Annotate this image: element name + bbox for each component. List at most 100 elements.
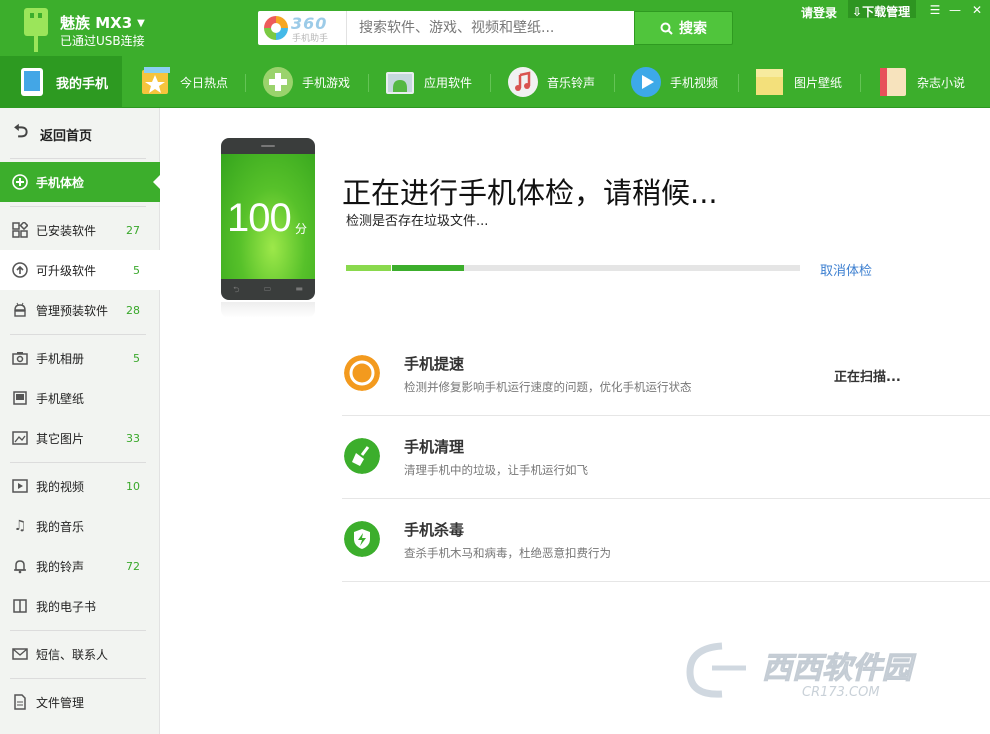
sidebar-item-label: 可升级软件 [36, 263, 97, 278]
nav-label: 我的手机 [56, 76, 109, 92]
item-count: 27 [126, 223, 140, 237]
sidebar-item-wallpaper[interactable]: 手机壁纸 [0, 378, 160, 418]
sidebar-item-label: 我的铃声 [36, 559, 85, 574]
nav-label: 手机视频 [670, 75, 719, 90]
play-icon [631, 67, 661, 97]
download-icon: ⇩ [852, 5, 863, 19]
nav-label: 杂志小说 [917, 75, 966, 90]
sidebar-divider [10, 334, 146, 335]
sidebar-divider [10, 206, 146, 207]
sidebar-divider [10, 158, 146, 159]
nav-divider [614, 74, 615, 92]
upgrade-icon [11, 261, 29, 279]
back-to-home[interactable]: ⮌ 返回首页 [0, 114, 160, 154]
sidebar-item-label: 其它图片 [36, 431, 85, 446]
svg-text:CR173.COM: CR173.COM [802, 685, 880, 700]
sidebar-item-album[interactable]: 手机相册 5 [0, 338, 160, 378]
android-icon [386, 72, 414, 94]
title-bar: 魅族 MX3 ▼ 已通过USB连接 360 手机助手 搜索 请登录 ⇩下载管理 ☰… [0, 0, 990, 56]
sidebar-item-preinstalled[interactable]: 管理预装软件 28 [0, 290, 160, 330]
plus-circle-icon [11, 173, 29, 191]
item-count: 72 [126, 559, 140, 573]
back-key-icon: ⮌ [233, 285, 240, 294]
sidebar-item-installed[interactable]: 已安装软件 27 [0, 210, 160, 250]
health-score: 100 [227, 196, 292, 240]
file-icon [11, 693, 29, 711]
nav-divider [245, 74, 246, 92]
sidebar-item-music[interactable]: ♫ 我的音乐 [0, 506, 160, 546]
sidebar-item-label: 短信、联系人 [36, 647, 109, 662]
login-link[interactable]: 请登录 [801, 4, 837, 21]
nav-apps[interactable]: 应用软件 [384, 56, 472, 108]
nav-wallpapers[interactable]: 图片壁纸 [754, 56, 842, 108]
apps-icon [11, 221, 29, 239]
nav-my-phone[interactable]: 我的手机 [0, 56, 122, 108]
device-name: 魅族 MX3 [60, 14, 133, 32]
task-title: 手机清理 [404, 438, 465, 456]
star-icon [142, 67, 170, 94]
book-icon [880, 68, 906, 96]
download-manager-label: 下载管理 [862, 5, 911, 19]
nav-label: 今日热点 [180, 75, 229, 90]
video-icon [11, 477, 29, 495]
device-selector[interactable]: 魅族 MX3 ▼ [60, 12, 145, 33]
nav-magazines[interactable]: 杂志小说 [877, 56, 965, 108]
speedup-icon [344, 355, 380, 391]
scan-progress-fill [346, 265, 465, 271]
cancel-checkup-link[interactable]: 取消体检 [820, 260, 872, 279]
nav-music[interactable]: 音乐铃声 [507, 56, 595, 108]
gamepad-icon [263, 67, 293, 97]
task-description: 检测并修复影响手机运行速度的问题，优化手机运行状态 [404, 380, 692, 394]
wallpaper-icon [11, 389, 29, 407]
sidebar-item-label: 手机壁纸 [36, 391, 85, 406]
nav-label: 应用软件 [424, 75, 473, 90]
minimize-button[interactable]: — [946, 2, 964, 18]
phone-speaker [261, 145, 275, 147]
sidebar-item-label: 文件管理 [36, 695, 85, 710]
back-label: 返回首页 [40, 128, 93, 144]
mail-icon [11, 645, 29, 663]
sidebar-item-label: 已安装软件 [36, 223, 97, 238]
task-cleanup: 手机清理 清理手机中的垃圾，让手机运行如飞 [342, 416, 990, 499]
phone-icon [21, 68, 43, 96]
download-manager-button[interactable]: ⇩下载管理 [848, 0, 917, 19]
nav-games[interactable]: 手机游戏 [262, 56, 350, 108]
bell-icon [11, 557, 29, 575]
search-input[interactable] [346, 11, 634, 45]
task-title: 手机提速 [404, 355, 465, 373]
usb-icon [24, 8, 48, 52]
score-unit: 分 [295, 222, 308, 236]
sidebar-item-label: 管理预装软件 [36, 303, 109, 318]
picture-icon [756, 69, 783, 95]
scan-subtitle: 检测是否存在垃圾文件... [346, 214, 489, 229]
nav-videos[interactable]: 手机视频 [630, 56, 718, 108]
sidebar-item-messages-contacts[interactable]: 短信、联系人 [0, 634, 160, 674]
logo-subtext: 手机助手 [292, 34, 329, 44]
nav-hot-today[interactable]: 今日热点 [140, 56, 228, 108]
menu-icon[interactable]: ☰ [926, 2, 944, 18]
watermark-logo-icon: 西西软件园 CR173.COM [686, 642, 917, 700]
camera-icon [11, 349, 29, 367]
back-arrow-icon: ⮌ [13, 121, 29, 142]
broom-icon [344, 438, 380, 474]
sidebar-item-videos[interactable]: 我的视频 10 [0, 466, 160, 506]
sidebar-item-upgradable[interactable]: 可升级软件 5 [0, 250, 160, 290]
sidebar-item-ringtones[interactable]: 我的铃声 72 [0, 546, 160, 586]
sidebar-item-other-images[interactable]: 其它图片 33 [0, 418, 160, 458]
task-description: 查杀手机木马和病毒，杜绝恶意扣费行为 [404, 546, 611, 560]
android-icon [11, 301, 29, 319]
sidebar-item-checkup[interactable]: 手机体检 [0, 162, 161, 202]
scan-progress-bar [346, 265, 800, 271]
search-button[interactable]: 搜索 [634, 11, 733, 45]
phone-reflection [221, 302, 315, 318]
ebook-icon [11, 597, 29, 615]
sidebar-divider [10, 462, 146, 463]
sidebar-item-ebooks[interactable]: 我的电子书 [0, 586, 160, 626]
close-icon[interactable]: ✕ [968, 2, 986, 18]
sidebar-item-label: 手机相册 [36, 351, 85, 366]
nav-divider [860, 74, 861, 92]
sidebar-item-file-manager[interactable]: 文件管理 [0, 682, 160, 722]
task-title: 手机杀毒 [404, 521, 465, 539]
nav-label: 手机游戏 [302, 75, 351, 90]
nav-divider [490, 74, 491, 92]
